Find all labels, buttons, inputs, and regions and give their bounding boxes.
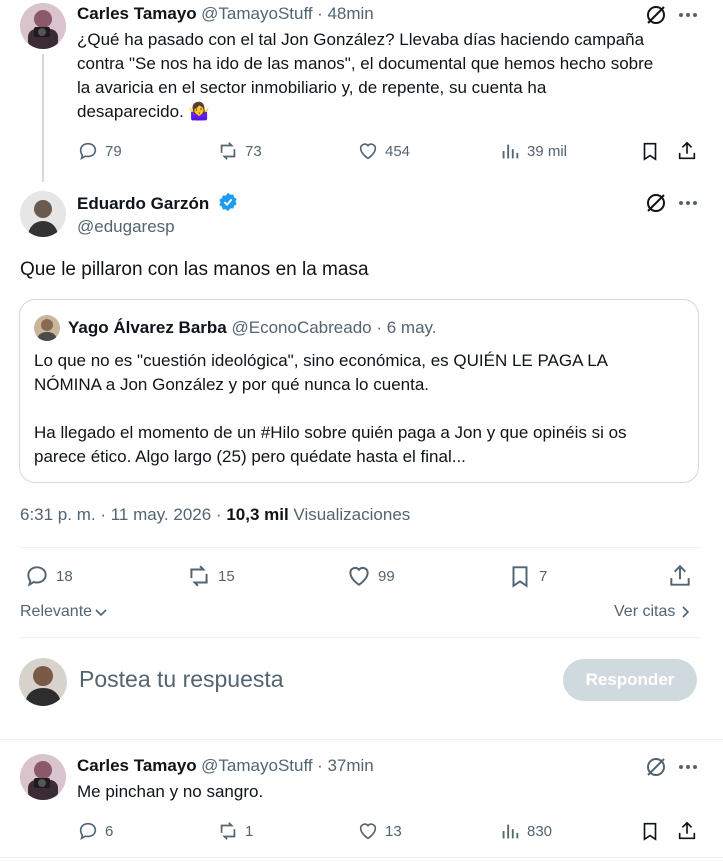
view-quotes-link[interactable]: Ver citas xyxy=(614,603,691,621)
reply-count: 18 xyxy=(56,567,73,585)
bookmark-icon xyxy=(643,822,657,841)
views-count: 39 mil xyxy=(527,142,568,160)
tweet-timestamp[interactable]: 6:31 p. m. · 11 may. 2026 · xyxy=(20,505,226,524)
retweet-button[interactable]: 1 xyxy=(217,820,253,842)
divider xyxy=(20,547,700,548)
tweet-header: Carles Tamayo @TamayoStuff · 48min xyxy=(77,4,374,24)
reply-icon xyxy=(79,142,97,161)
avatar[interactable] xyxy=(20,754,66,800)
reply-input[interactable]: Postea tu respuesta xyxy=(79,666,539,693)
sort-label: Relevante xyxy=(20,603,93,620)
more-icon[interactable] xyxy=(677,756,699,783)
tweet-header: Carles Tamayo @TamayoStuff · 37min xyxy=(77,756,374,776)
quote-author-name: Yago Álvarez Barba xyxy=(68,318,227,337)
share-button[interactable] xyxy=(667,563,693,589)
quote-text: Lo que no es "cuestión ideológica", sino… xyxy=(34,351,627,466)
grok-icon[interactable] xyxy=(645,192,667,219)
tweet-text: Me pinchan y no sangro. xyxy=(77,782,264,801)
like-button[interactable]: 454 xyxy=(357,140,410,162)
views-count: 830 xyxy=(527,822,553,840)
chevron-down-icon xyxy=(95,609,107,617)
bookmark-button[interactable]: 7 xyxy=(507,563,547,589)
author-handle[interactable]: @TamayoStuff xyxy=(201,4,312,23)
reply-count: 6 xyxy=(105,822,114,840)
grok-icon[interactable] xyxy=(645,756,667,783)
more-icon[interactable] xyxy=(677,4,699,31)
divider xyxy=(20,637,700,638)
divider xyxy=(0,739,723,740)
views-count: 10,3 mil xyxy=(226,505,289,524)
reply-submit-button[interactable]: Responder xyxy=(563,659,697,701)
more-icon[interactable] xyxy=(677,192,699,219)
views-button[interactable]: 39 mil xyxy=(499,140,567,162)
share-button[interactable] xyxy=(676,820,698,842)
divider xyxy=(0,857,723,858)
retweet-count: 15 xyxy=(218,567,235,585)
quote-author-handle: @EconoCabreado xyxy=(231,318,372,337)
like-button[interactable]: 99 xyxy=(346,563,395,589)
avatar[interactable] xyxy=(20,191,66,237)
heart-icon xyxy=(359,823,377,840)
tweet-time[interactable]: · 48min xyxy=(317,4,374,23)
reply-button[interactable]: 18 xyxy=(24,563,73,589)
reply-count: 79 xyxy=(105,142,122,160)
chevron-right-icon xyxy=(682,606,690,618)
analytics-icon xyxy=(502,144,519,159)
quote-time: · 6 may. xyxy=(376,318,437,337)
bookmark-button[interactable] xyxy=(639,140,661,162)
views-label: Visualizaciones xyxy=(288,505,411,524)
quote-header: Yago Álvarez Barba @EconoCabreado · 6 ma… xyxy=(68,318,437,338)
retweet-count: 73 xyxy=(245,142,262,160)
retweet-count: 1 xyxy=(245,822,254,840)
avatar xyxy=(34,315,60,341)
retweet-button[interactable]: 73 xyxy=(217,140,262,162)
bookmark-count: 7 xyxy=(539,567,548,585)
reply-button[interactable]: 6 xyxy=(77,820,113,842)
sort-dropdown[interactable]: Relevante xyxy=(20,603,108,621)
like-count: 99 xyxy=(378,567,395,585)
bookmark-icon xyxy=(643,142,657,161)
share-button[interactable] xyxy=(676,140,698,162)
avatar[interactable] xyxy=(20,3,66,49)
view-quotes-label: Ver citas xyxy=(614,603,676,620)
grok-icon[interactable] xyxy=(645,4,667,31)
tweet-time[interactable]: · 37min xyxy=(317,756,374,775)
analytics-icon xyxy=(502,824,519,839)
reply-button[interactable]: 79 xyxy=(77,140,122,162)
retweet-button[interactable]: 15 xyxy=(186,563,235,589)
share-icon xyxy=(678,141,696,160)
author-handle[interactable]: @edugaresp xyxy=(77,217,175,237)
user-avatar[interactable] xyxy=(19,658,67,706)
author-name[interactable]: Carles Tamayo xyxy=(77,756,197,775)
tweet-text: Que le pillaron con las manos en la masa xyxy=(20,259,369,280)
tweet-meta: 6:31 p. m. · 11 may. 2026 · 10,3 mil Vis… xyxy=(20,505,410,525)
author-handle[interactable]: @TamayoStuff xyxy=(201,756,312,775)
retweet-icon xyxy=(220,142,236,160)
retweet-icon xyxy=(190,565,208,587)
bookmark-button[interactable] xyxy=(639,820,661,842)
share-icon xyxy=(670,564,690,586)
retweet-icon xyxy=(220,822,236,840)
quoted-tweet[interactable]: Yago Álvarez Barba @EconoCabreado · 6 ma… xyxy=(19,299,699,483)
author-name[interactable]: Carles Tamayo xyxy=(77,4,197,23)
bookmark-icon xyxy=(512,566,528,588)
heart-icon xyxy=(349,566,369,586)
like-count: 13 xyxy=(385,822,402,840)
thread-line xyxy=(42,54,44,182)
heart-icon xyxy=(359,143,377,160)
tweet-text: ¿Qué ha pasado con el tal Jon González? … xyxy=(77,30,654,121)
share-icon xyxy=(678,821,696,840)
tweet-header: Eduardo Garzón xyxy=(77,192,238,217)
reply-icon xyxy=(27,566,47,587)
like-button[interactable]: 13 xyxy=(357,820,402,842)
verified-badge-icon xyxy=(218,192,238,217)
author-name[interactable]: Eduardo Garzón xyxy=(77,194,209,213)
reply-icon xyxy=(79,822,97,841)
like-count: 454 xyxy=(385,142,411,160)
views-button[interactable]: 830 xyxy=(499,820,552,842)
